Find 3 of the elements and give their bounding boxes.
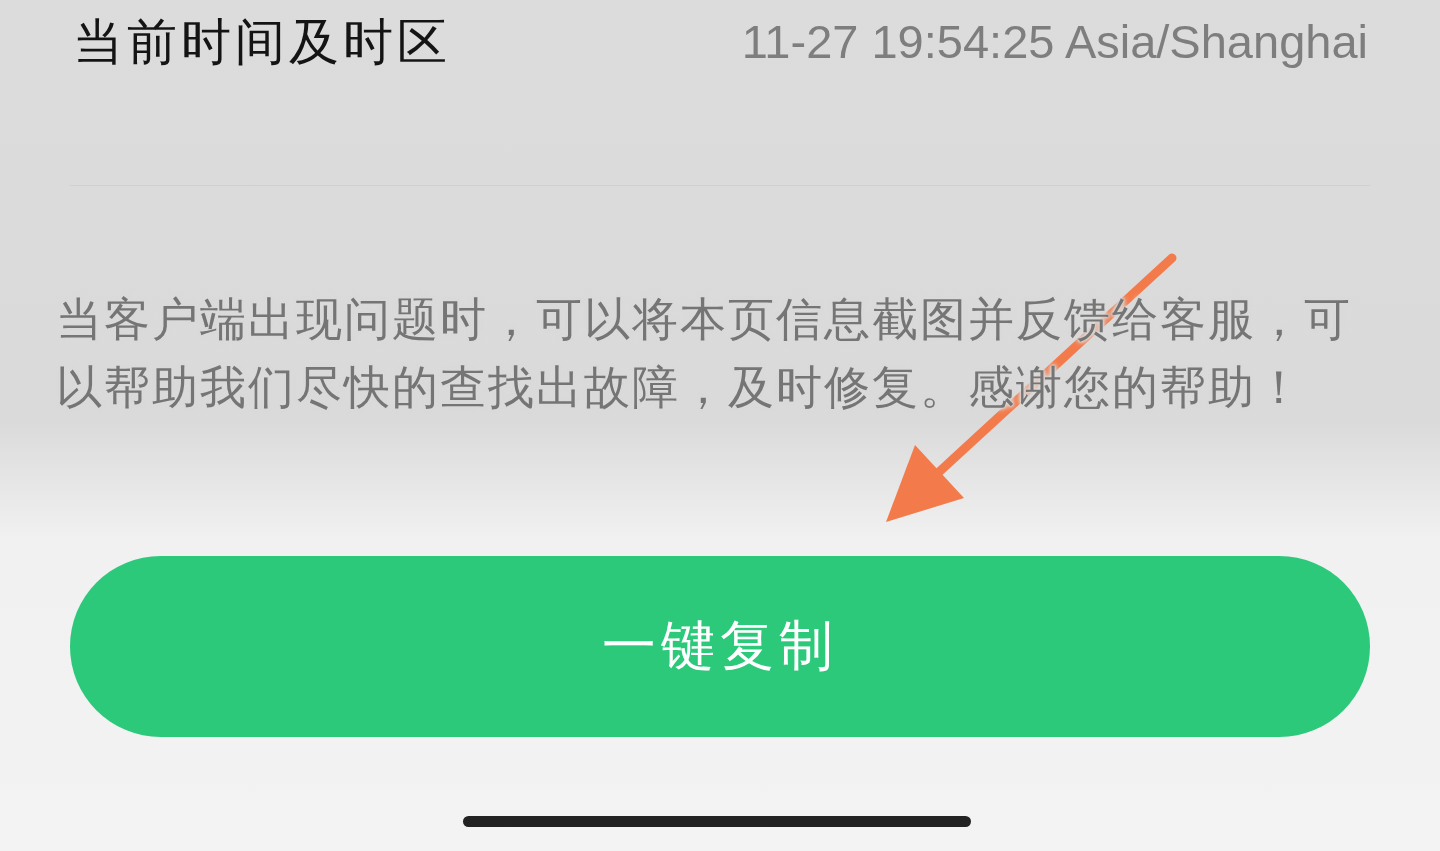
- copy-button[interactable]: 一键复制: [70, 556, 1370, 737]
- time-zone-label: 当前时间及时区: [73, 13, 451, 71]
- time-zone-value: 11-27 19:54:25 Asia/Shanghai: [741, 14, 1368, 70]
